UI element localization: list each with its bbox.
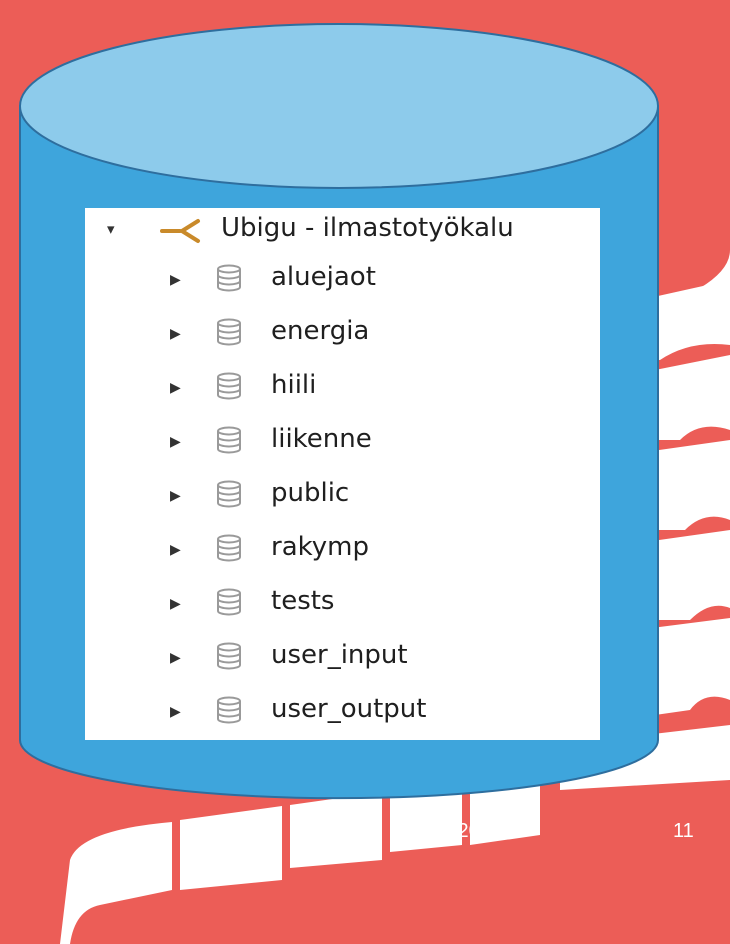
expand-arrow-icon[interactable]: ▶ — [170, 323, 181, 343]
schema-label: tests — [271, 586, 335, 616]
expand-arrow-icon[interactable]: ▶ — [170, 593, 181, 613]
expand-arrow-icon[interactable]: ▶ — [170, 485, 181, 505]
schema-label: user_input — [271, 640, 408, 670]
database-schema-icon — [217, 264, 241, 292]
database-schema-icon — [217, 372, 241, 400]
expand-arrow-icon[interactable]: ▶ — [170, 539, 181, 559]
database-schema-icon — [217, 426, 241, 454]
database-schema-icon — [217, 642, 241, 670]
expand-arrow-icon[interactable]: ▶ — [170, 269, 181, 289]
tree-item-schema[interactable]: ▶ public — [85, 468, 600, 522]
tree-item-schema[interactable]: ▶ energia — [85, 306, 600, 360]
schema-label: liikenne — [271, 424, 372, 454]
schema-label: rakymp — [271, 532, 369, 562]
database-schema-icon — [217, 696, 241, 724]
schema-label: aluejaot — [271, 262, 376, 292]
expand-arrow-icon[interactable]: ▶ — [170, 377, 181, 397]
expand-arrow-icon[interactable]: ▶ — [170, 431, 181, 451]
tree-item-schema[interactable]: ▶ liikenne — [85, 414, 600, 468]
database-schema-icon — [217, 480, 241, 508]
tree-root-row[interactable]: ▾ Ubigu - ilmastotyökalu — [85, 208, 600, 252]
collapse-arrow-icon[interactable]: ▾ — [107, 220, 115, 240]
tree-item-schema[interactable]: ▶ user_output — [85, 684, 600, 738]
database-schema-icon — [217, 588, 241, 616]
database-tree-panel: ▾ Ubigu - ilmastotyökalu ▶ aluejaot ▶ en… — [85, 208, 600, 740]
tree-root-label: Ubigu - ilmastotyökalu — [221, 213, 514, 243]
database-schema-icon — [217, 534, 241, 562]
page-number: 11 — [673, 820, 694, 842]
tree-item-schema[interactable]: ▶ rakymp — [85, 522, 600, 576]
tree-item-schema[interactable]: ▶ aluejaot — [85, 252, 600, 306]
server-connection-icon — [160, 219, 200, 243]
expand-arrow-icon[interactable]: ▶ — [170, 701, 181, 721]
database-schema-icon — [217, 318, 241, 346]
tree-item-schema[interactable]: ▶ tests — [85, 576, 600, 630]
tree-item-schema[interactable]: ▶ user_input — [85, 630, 600, 684]
footer-date: 30.8.2019 — [413, 820, 502, 842]
schema-label: energia — [271, 316, 370, 346]
schema-label: hiili — [271, 370, 317, 400]
tree-item-schema[interactable]: ▶ hiili — [85, 360, 600, 414]
schema-label: user_output — [271, 694, 427, 724]
expand-arrow-icon[interactable]: ▶ — [170, 647, 181, 667]
schema-label: public — [271, 478, 350, 508]
